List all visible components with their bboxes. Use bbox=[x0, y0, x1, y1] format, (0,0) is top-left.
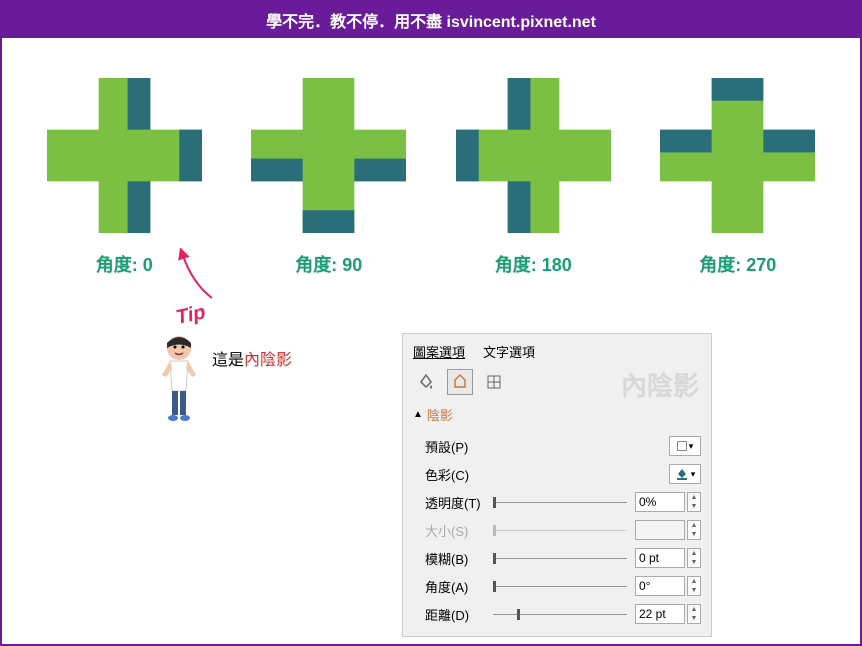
distance-input[interactable] bbox=[635, 604, 685, 624]
fill-icon[interactable] bbox=[413, 369, 439, 395]
label-blur: 模糊(B) bbox=[425, 549, 485, 568]
tip-message: 這是內陰影 bbox=[212, 346, 292, 370]
cross-shape-0 bbox=[47, 78, 202, 233]
panel-watermark: 內陰影 bbox=[621, 366, 699, 403]
size-props-icon[interactable] bbox=[481, 369, 507, 395]
label-preset: 預設(P) bbox=[425, 437, 485, 456]
tab-text-options[interactable]: 文字選項 bbox=[483, 342, 535, 361]
size-input bbox=[635, 520, 685, 540]
cross-item-180: 角度: 180 bbox=[456, 78, 611, 277]
label-angle: 角度(A) bbox=[425, 577, 485, 596]
row-color: 色彩(C) ▾ bbox=[413, 460, 701, 488]
tip-message-prefix: 這是 bbox=[212, 352, 244, 369]
row-preset: 預設(P) ▾ bbox=[413, 432, 701, 460]
angle-input[interactable] bbox=[635, 576, 685, 596]
page-header: 學不完．教不停．用不盡 isvincent.pixnet.net bbox=[2, 2, 860, 38]
blur-input[interactable] bbox=[635, 548, 685, 568]
effects-icon[interactable] bbox=[447, 369, 473, 395]
label-color: 色彩(C) bbox=[425, 465, 485, 484]
angle-label-90: 角度: 90 bbox=[295, 251, 362, 277]
label-distance: 距離(D) bbox=[425, 605, 485, 624]
cross-item-90: 角度: 90 bbox=[251, 78, 406, 277]
collapse-icon: ▲ bbox=[413, 409, 423, 420]
angle-slider[interactable] bbox=[493, 586, 627, 587]
row-angle: 角度(A) ▲▼ bbox=[413, 572, 701, 600]
label-size: 大小(S) bbox=[425, 521, 485, 540]
blur-spinner[interactable]: ▲▼ bbox=[687, 548, 701, 568]
main-content: 角度: 0 角度: 90 角度: 180 bbox=[2, 38, 860, 277]
cross-shape-90 bbox=[251, 78, 406, 233]
cross-shape-270 bbox=[660, 78, 815, 233]
panel-tabs: 圖案選項 文字選項 bbox=[413, 342, 701, 361]
distance-spinner[interactable]: ▲▼ bbox=[687, 604, 701, 624]
section-shadow-header[interactable]: ▲ 陰影 bbox=[413, 405, 701, 424]
row-distance: 距離(D) ▲▼ bbox=[413, 600, 701, 628]
size-spinner: ▲▼ bbox=[687, 520, 701, 540]
tip-arrow bbox=[172, 248, 232, 308]
angle-spinner[interactable]: ▲▼ bbox=[687, 576, 701, 596]
row-blur: 模糊(B) ▲▼ bbox=[413, 544, 701, 572]
cross-examples-row: 角度: 0 角度: 90 角度: 180 bbox=[32, 78, 830, 277]
transparency-input[interactable] bbox=[635, 492, 685, 512]
tip-message-highlight: 內陰影 bbox=[244, 352, 292, 369]
transparency-slider[interactable] bbox=[493, 502, 627, 503]
label-transparency: 透明度(T) bbox=[425, 493, 485, 512]
angle-label-0: 角度: 0 bbox=[96, 251, 153, 277]
character-avatar bbox=[152, 333, 207, 428]
angle-label-180: 角度: 180 bbox=[495, 251, 572, 277]
cross-item-270: 角度: 270 bbox=[660, 78, 815, 277]
size-slider bbox=[493, 530, 627, 531]
row-size: 大小(S) ▲▼ bbox=[413, 516, 701, 544]
cross-shape-180 bbox=[456, 78, 611, 233]
row-transparency: 透明度(T) ▲▼ bbox=[413, 488, 701, 516]
section-shadow-title: 陰影 bbox=[427, 405, 453, 424]
preset-dropdown[interactable]: ▾ bbox=[669, 436, 701, 456]
transparency-spinner[interactable]: ▲▼ bbox=[687, 492, 701, 512]
angle-label-270: 角度: 270 bbox=[699, 251, 776, 277]
distance-slider[interactable] bbox=[493, 614, 627, 615]
blur-slider[interactable] bbox=[493, 558, 627, 559]
format-panel: 圖案選項 文字選項 內陰影 ▲ 陰影 預設(P) ▾ 色彩(C) ▾ 透明度(T… bbox=[402, 333, 712, 637]
color-dropdown[interactable]: ▾ bbox=[669, 464, 701, 484]
tip-label: Tip bbox=[174, 301, 208, 330]
tab-shape-options[interactable]: 圖案選項 bbox=[413, 342, 465, 361]
